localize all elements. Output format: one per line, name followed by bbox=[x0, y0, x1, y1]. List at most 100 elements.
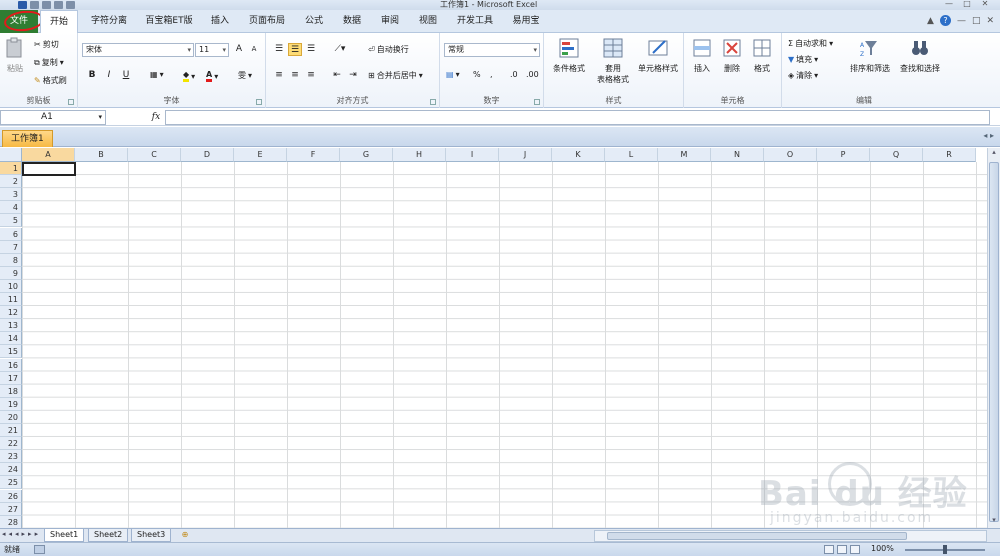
row-header[interactable]: 19 bbox=[0, 397, 22, 411]
merge-center-button[interactable]: ⊞ 合并后居中 ▾ bbox=[368, 70, 423, 81]
delete-cells-button[interactable]: 删除 bbox=[718, 37, 746, 74]
horizontal-scroll-thumb[interactable] bbox=[607, 532, 907, 540]
row-header[interactable]: 10 bbox=[0, 279, 22, 293]
row-header[interactable]: 9 bbox=[0, 266, 22, 280]
font-launcher-icon[interactable] bbox=[256, 99, 262, 105]
help-icon[interactable]: ? bbox=[939, 15, 951, 26]
tab-data[interactable]: 数据 bbox=[336, 10, 368, 33]
row-header[interactable]: 20 bbox=[0, 410, 22, 424]
cut-button[interactable]: ✂ 剪切 bbox=[34, 39, 59, 50]
tab-review[interactable]: 审阅 bbox=[374, 10, 406, 33]
column-header[interactable]: I bbox=[446, 148, 499, 162]
worksheet-grid[interactable]: ABCDEFGHIJKLMNOPQR 1 2 3 4 5 6 7 8 9 10 11 12 13 14 15… bbox=[0, 148, 987, 528]
page-layout-view-icon[interactable] bbox=[837, 545, 847, 554]
column-header[interactable]: N bbox=[711, 148, 764, 162]
column-header[interactable]: L bbox=[605, 148, 658, 162]
autosum-button[interactable]: Σ 自动求和 ▾ bbox=[788, 38, 833, 49]
column-header[interactable]: M bbox=[658, 148, 711, 162]
minimize-button[interactable]: — bbox=[942, 0, 956, 8]
select-all-corner[interactable] bbox=[0, 148, 22, 162]
format-painter-button[interactable]: ✎ 格式刷 bbox=[34, 75, 67, 86]
column-header[interactable]: F bbox=[287, 148, 340, 162]
workbook-tab[interactable]: 工作簿1 bbox=[2, 130, 53, 147]
column-header[interactable]: P bbox=[817, 148, 870, 162]
align-top-button[interactable]: ☰ bbox=[272, 43, 286, 56]
maximize-button[interactable]: □ bbox=[960, 0, 974, 8]
zoom-slider[interactable] bbox=[905, 545, 985, 554]
sheet-tab-2[interactable]: Sheet2 bbox=[88, 529, 129, 542]
cell-area[interactable] bbox=[22, 162, 987, 528]
column-header[interactable]: D bbox=[181, 148, 234, 162]
tab-easy-tools[interactable]: 易用宝 bbox=[506, 10, 546, 33]
column-header[interactable]: O bbox=[764, 148, 817, 162]
column-header[interactable]: K bbox=[552, 148, 605, 162]
insert-sheet-icon[interactable]: ⊕ bbox=[178, 530, 192, 541]
row-header[interactable]: 3 bbox=[0, 188, 22, 202]
normal-view-icon[interactable] bbox=[824, 545, 834, 554]
row-header[interactable]: 26 bbox=[0, 489, 22, 503]
border-button[interactable]: ▦ ▾ bbox=[150, 70, 164, 79]
align-middle-button[interactable]: ☰ bbox=[288, 43, 302, 56]
tab-char-split[interactable]: 字符分离 bbox=[84, 10, 134, 33]
sheet-tab-1[interactable]: Sheet1 bbox=[44, 529, 85, 542]
row-header[interactable]: 23 bbox=[0, 450, 22, 464]
sort-filter-button[interactable]: AZ 排序和筛选 bbox=[846, 37, 894, 74]
save-icon[interactable] bbox=[18, 1, 27, 9]
vertical-scrollbar[interactable]: ▴ ▾ bbox=[987, 148, 1000, 528]
number-launcher-icon[interactable] bbox=[534, 99, 540, 105]
row-header[interactable]: 14 bbox=[0, 332, 22, 346]
row-header[interactable]: 8 bbox=[0, 253, 22, 267]
vertical-scroll-thumb[interactable] bbox=[989, 162, 999, 522]
clipboard-launcher-icon[interactable] bbox=[68, 99, 74, 105]
sheet-nav-buttons[interactable]: ◂◂◂▸▸▸ bbox=[2, 530, 41, 538]
format-as-table-button[interactable]: 套用 表格格式 bbox=[592, 37, 634, 85]
row-header[interactable]: 18 bbox=[0, 384, 22, 398]
tab-toolbox[interactable]: 百宝箱ET版 bbox=[140, 10, 198, 33]
font-name-select[interactable]: 宋体 ▾ bbox=[82, 43, 194, 57]
column-header[interactable]: G bbox=[340, 148, 393, 162]
column-header[interactable]: B bbox=[75, 148, 128, 162]
page-break-view-icon[interactable] bbox=[850, 545, 860, 554]
column-header[interactable]: Q bbox=[870, 148, 923, 162]
tab-formulas[interactable]: 公式 bbox=[298, 10, 330, 33]
tab-insert[interactable]: 插入 bbox=[204, 10, 236, 33]
row-header[interactable]: 24 bbox=[0, 463, 22, 477]
scroll-up-icon[interactable]: ▴ bbox=[988, 148, 1000, 160]
doc-close-icon[interactable]: ✕ bbox=[986, 16, 994, 26]
column-header[interactable]: J bbox=[499, 148, 552, 162]
increase-decimal-button[interactable]: .0 bbox=[510, 70, 518, 79]
cell-styles-button[interactable]: 单元格样式 bbox=[634, 37, 682, 74]
row-header[interactable]: 5 bbox=[0, 214, 22, 228]
tab-home[interactable]: 开始 bbox=[40, 10, 78, 34]
underline-button[interactable]: U bbox=[119, 69, 133, 82]
column-header[interactable]: R bbox=[923, 148, 976, 162]
collapse-ribbon-icon[interactable]: ▲ bbox=[927, 16, 934, 26]
workbook-nav-arrows[interactable]: ◂ ▸ bbox=[983, 131, 994, 140]
insert-function-button[interactable]: fx bbox=[148, 110, 164, 125]
conditional-format-button[interactable]: 条件格式 bbox=[548, 37, 590, 74]
accounting-format-button[interactable]: ▤ ▾ bbox=[446, 70, 460, 79]
row-header[interactable]: 1 bbox=[0, 162, 22, 175]
phonetic-button[interactable]: 雯 ▾ bbox=[238, 70, 252, 81]
font-size-select[interactable]: 11 ▾ bbox=[195, 43, 229, 57]
close-button[interactable]: ✕ bbox=[978, 0, 992, 8]
row-header[interactable]: 27 bbox=[0, 502, 22, 516]
column-header[interactable]: A bbox=[22, 148, 75, 162]
doc-minimize-icon[interactable]: — bbox=[957, 16, 966, 26]
shrink-font-button[interactable]: A bbox=[247, 43, 261, 56]
fill-color-button[interactable]: ◆ ▾ bbox=[183, 70, 195, 82]
sheet-tab-3[interactable]: Sheet3 bbox=[131, 529, 172, 542]
print-preview-icon[interactable] bbox=[54, 1, 63, 9]
row-header[interactable]: 4 bbox=[0, 201, 22, 215]
row-header[interactable]: 25 bbox=[0, 476, 22, 490]
format-cells-button[interactable]: 格式 bbox=[748, 37, 776, 74]
customize-qat-icon[interactable] bbox=[66, 1, 75, 9]
tab-view[interactable]: 视图 bbox=[412, 10, 444, 33]
increase-indent-button[interactable]: ⇥ bbox=[346, 69, 360, 82]
align-right-button[interactable]: ≡ bbox=[304, 69, 318, 82]
align-bottom-button[interactable]: ☰ bbox=[304, 43, 318, 56]
row-header[interactable]: 22 bbox=[0, 437, 22, 451]
row-header[interactable]: 11 bbox=[0, 293, 22, 306]
row-header[interactable]: 17 bbox=[0, 371, 22, 385]
bold-button[interactable]: B bbox=[85, 69, 99, 82]
